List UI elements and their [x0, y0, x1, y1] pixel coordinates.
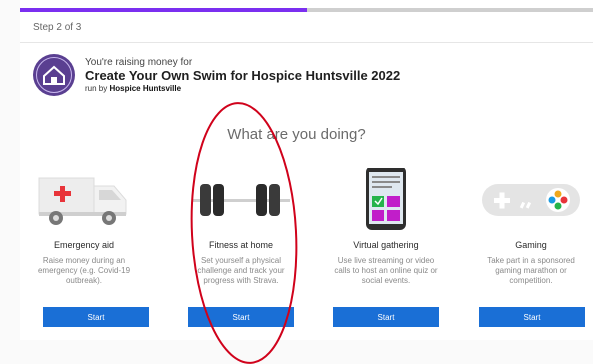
organizer-name: Hospice Huntsville: [109, 84, 182, 93]
option-description: Take part in a sponsored gaming marathon…: [487, 256, 575, 285]
start-button-gaming[interactable]: Start: [479, 307, 585, 327]
start-button-emergency-aid[interactable]: Start: [43, 307, 149, 327]
option-title: Fitness at home: [208, 240, 274, 250]
option-title: Emergency aid: [53, 240, 115, 250]
page: Step 2 of 3 You're raising money for Cre…: [0, 0, 593, 364]
option-description: Use live streaming or video calls to hos…: [334, 256, 438, 285]
logo-mark: [36, 57, 72, 93]
progress-bar: [20, 8, 593, 12]
campaign-title: Create Your Own Swim for Hospice Huntsvi…: [85, 68, 401, 83]
start-button-virtual-gathering[interactable]: Start: [333, 307, 439, 327]
start-button-fitness-at-home[interactable]: Start: [188, 307, 294, 327]
option-fitness-at-home: Fitness at home Set yourself a physical …: [186, 168, 296, 286]
option-gaming: Gaming Take part in a sponsored gaming m…: [476, 168, 586, 286]
option-title: Virtual gathering: [353, 240, 419, 250]
option-emergency-aid: Emergency aid Raise money during an emer…: [29, 168, 139, 286]
ambulance-icon: [38, 177, 127, 225]
dumbbell-icon: [192, 184, 290, 216]
raising-label: You're raising money for: [85, 57, 193, 68]
phone-icon: [366, 166, 406, 230]
option-virtual-gathering: Virtual gathering Use live streaming or …: [331, 166, 441, 286]
run-by-prefix: run by: [85, 84, 108, 93]
organizer-logo: [33, 54, 75, 96]
option-description: Set yourself a physical challenge and tr…: [197, 256, 285, 285]
option-description: Raise money during an emergency (e.g. Co…: [37, 256, 131, 285]
question-heading: What are you doing?: [227, 126, 366, 143]
option-title: Gaming: [515, 240, 547, 250]
gamepad-icon: [482, 184, 580, 216]
progress-fill: [20, 8, 307, 12]
house-icon: [43, 65, 65, 85]
divider: [20, 42, 593, 43]
step-indicator: Step 2 of 3: [33, 22, 82, 33]
run-by: run by Hospice Huntsville: [85, 84, 181, 93]
